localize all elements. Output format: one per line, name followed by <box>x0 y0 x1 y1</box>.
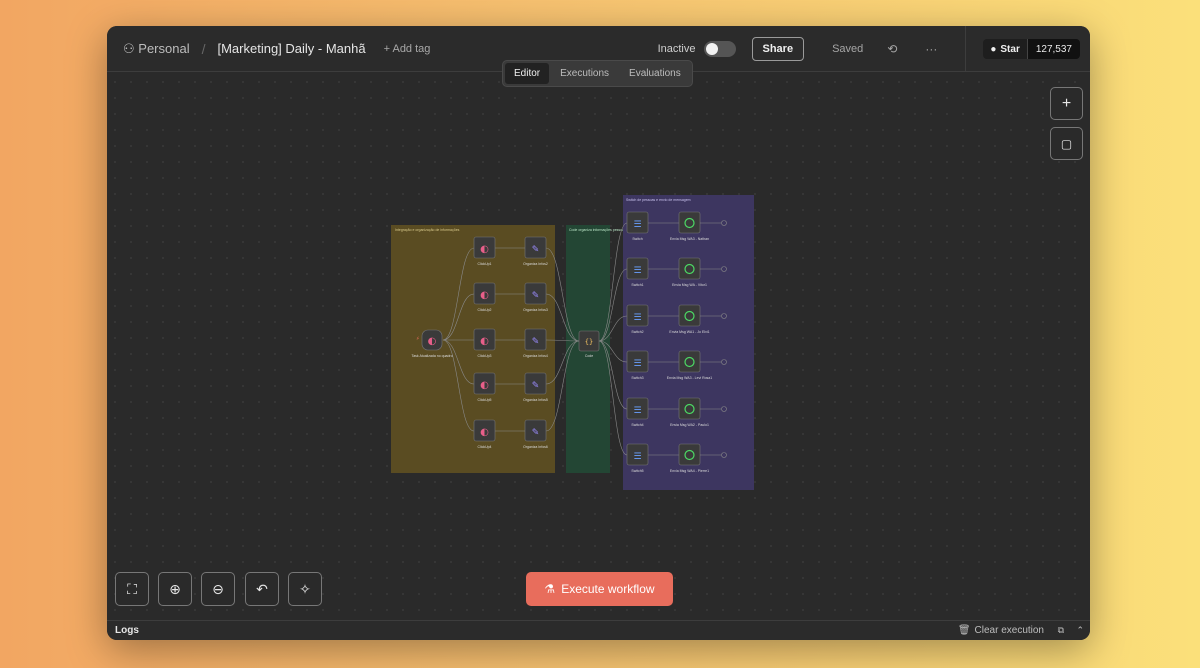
svg-text:◐: ◐ <box>428 336 437 347</box>
github-star-label: Star <box>1000 43 1020 55</box>
add-sticky-button[interactable]: ▢ <box>1050 127 1083 160</box>
switch-icon: ☰ <box>633 359 641 369</box>
pencil-icon: ✎ <box>532 337 540 347</box>
breadcrumb: ⚇ Personal / [Marketing] Daily - Manhã <box>123 41 366 57</box>
workflow-title[interactable]: [Marketing] Daily - Manhã <box>217 41 365 56</box>
pencil-icon: ✎ <box>532 291 540 301</box>
send-node-label: Envia Msg WA3 - Nathan <box>670 237 709 241</box>
broom-icon: ✧ <box>299 580 311 597</box>
tidy-up-button[interactable]: ✧ <box>288 572 322 606</box>
clickup-icon: ◐ <box>480 290 489 301</box>
organize-node-label: Organiza Infos4 <box>523 354 548 358</box>
switch-icon: ☰ <box>633 220 641 230</box>
clickup-icon: ◐ <box>480 336 489 347</box>
send-node-label: Envia Msg WA4 - Pierre1 <box>670 469 709 473</box>
organize-node-label: Organiza Infos2 <box>523 262 548 266</box>
clickup-icon: ◐ <box>480 380 489 391</box>
add-tag-button[interactable]: + Add tag <box>384 43 431 55</box>
execute-workflow-button[interactable]: ⚗ Execute workflow <box>526 572 673 606</box>
reset-zoom-button[interactable]: ↶ <box>245 572 279 606</box>
clickup-node-label: ClickUp5 <box>477 398 491 402</box>
tab-editor[interactable]: Editor <box>505 63 550 84</box>
execute-workflow-label: Execute workflow <box>561 582 655 596</box>
clickup-icon: ◐ <box>480 427 489 438</box>
zoom-out-button[interactable]: ⊖ <box>201 572 235 606</box>
organize-node-label: Organiza Infos3 <box>523 308 548 312</box>
zoom-in-button[interactable]: ⊕ <box>158 572 192 606</box>
switch-node-label: Switch <box>632 237 642 241</box>
tab-executions[interactable]: Executions <box>551 63 618 84</box>
send-node-label: Envia Msg WA2 - Paulo1 <box>670 423 709 427</box>
undo-icon: ↶ <box>256 580 268 597</box>
organize-node[interactable]: ✎ Organiza Infos4 <box>523 328 548 358</box>
clickup-node-label: ClickUp1 <box>477 262 491 266</box>
clear-execution-label: Clear execution <box>974 625 1044 636</box>
pencil-icon: ✎ <box>532 428 540 438</box>
send-node-label: Envia Msg WA3 - Levi Rosa1 <box>667 376 712 380</box>
switch-icon: ☰ <box>633 313 641 323</box>
user-icon: ⚇ <box>123 40 135 56</box>
pencil-icon: ✎ <box>532 245 540 255</box>
switch-node-label: Switch5 <box>631 469 643 473</box>
logs-panel-bar[interactable]: Logs 🗑 Clear execution ⧉ ⌃ <box>107 620 1090 640</box>
github-icon: ● <box>990 43 997 55</box>
clickup-icon: ◐ <box>480 244 489 255</box>
saved-label: Saved <box>832 43 864 55</box>
switch-node-label: Switch2 <box>631 330 643 334</box>
organize-node[interactable]: ✎ Organiza Infos6 <box>523 419 548 449</box>
tab-evaluations[interactable]: Evaluations <box>620 63 690 84</box>
organize-node-label: Organiza Infos6 <box>523 445 548 449</box>
svg-text:⚡: ⚡ <box>416 336 420 342</box>
share-button[interactable]: Share <box>751 37 805 61</box>
zoom-in-icon: ⊕ <box>169 580 181 597</box>
switch-node-label: Switch3 <box>631 376 643 380</box>
view-tabs: Editor Executions Evaluations <box>502 60 693 87</box>
sticky-note-icon: ▢ <box>1060 136 1073 151</box>
organize-node-label: Organiza Infos5 <box>523 398 548 402</box>
toggle-knob <box>705 43 718 55</box>
clickup-node-label: ClickUp3 <box>477 354 491 358</box>
logs-label: Logs <box>115 625 139 636</box>
owner-link[interactable]: ⚇ Personal <box>123 41 190 57</box>
switch-icon: ☰ <box>633 452 641 462</box>
switch-icon: ☰ <box>633 266 641 276</box>
send-node-label: Envia Msg WA - Vitor1 <box>672 283 707 287</box>
pencil-icon: ✎ <box>532 381 540 391</box>
clear-execution-button[interactable]: 🗑 Clear execution <box>958 625 1044 636</box>
svg-text:Code: Code <box>585 354 593 358</box>
send-node-label: Envia Msg WA1 - Jo Elvi1 <box>669 330 709 334</box>
fit-view-icon: ⛶ <box>127 580 137 597</box>
flask-icon: ⚗ <box>544 582 556 596</box>
pop-out-icon[interactable]: ⧉ <box>1058 625 1064 636</box>
sticky-switch-label: Switch de pessoas e envio de mensagem <box>626 198 691 202</box>
breadcrumb-separator: / <box>201 40 206 57</box>
sticky-integration-label: Integração e organização de informações <box>395 228 460 232</box>
github-star-button[interactable]: ● Star 127,537 <box>983 39 1080 59</box>
more-options-icon[interactable]: ··· <box>925 42 937 56</box>
clickup-node-label: ClickUp4 <box>477 445 491 449</box>
clickup-node-label: ClickUp2 <box>477 308 491 312</box>
plus-icon: + <box>1061 94 1072 112</box>
organize-node[interactable]: ✎ Organiza Infos3 <box>523 282 548 312</box>
zoom-out-icon: ⊖ <box>212 580 224 597</box>
zoom-to-fit-button[interactable]: ⛶ <box>115 572 149 606</box>
organize-node[interactable]: ✎ Organiza Infos2 <box>523 236 548 266</box>
app-window: Integração e organização de informações … <box>107 26 1090 640</box>
owner-label: Personal <box>138 40 190 56</box>
switch-icon: ☰ <box>633 406 641 416</box>
trash-icon: 🗑 <box>957 625 971 636</box>
organize-node[interactable]: ✎ Organiza Infos5 <box>523 372 548 402</box>
switch-node-label: Switch4 <box>631 423 643 427</box>
switch-node-label: Switch1 <box>631 283 643 287</box>
status-label: Inactive <box>657 43 696 55</box>
workflow-canvas[interactable]: Integração e organização de informações … <box>107 26 1090 640</box>
active-toggle[interactable] <box>703 41 736 57</box>
github-star-count: 127,537 <box>1026 39 1080 59</box>
history-icon[interactable]: ⟲ <box>887 42 897 56</box>
chevron-up-icon[interactable]: ⌃ <box>1076 625 1084 636</box>
svg-text:{}: {} <box>585 338 593 346</box>
trigger-label: Task Atualizada no quadro <box>411 354 452 358</box>
add-node-button[interactable]: + <box>1050 87 1083 120</box>
